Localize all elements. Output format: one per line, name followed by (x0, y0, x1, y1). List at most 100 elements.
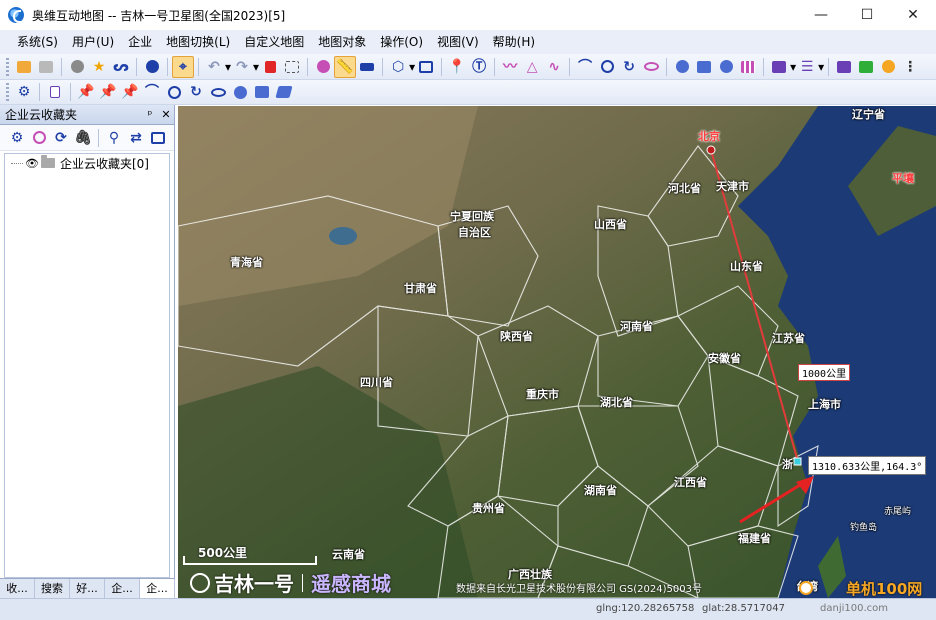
menu-map-objects[interactable]: 地图对象 (311, 30, 373, 54)
maximize-button[interactable]: ☐ (844, 0, 890, 30)
menu-user[interactable]: 用户(U) (65, 30, 121, 54)
filled-square-icon[interactable] (693, 56, 715, 78)
list-icon[interactable]: ☰ (796, 56, 818, 78)
filled-rect-icon[interactable] (251, 81, 273, 103)
polyline-icon[interactable]: 〰 (499, 56, 521, 78)
province-label: 陕西省 (500, 330, 533, 343)
province-label: 宁夏回族 (450, 210, 494, 223)
favorites-panel: 企业云收藏夹 ᵖ ✕ ⚙ ⟳ 🖇 ⚲ ⇄ 👁 企业云收藏夹[0] 收... 搜索… (0, 105, 175, 598)
menu-custom-map[interactable]: 自定义地图 (237, 30, 311, 54)
close-panel-button[interactable]: ✕ (158, 108, 174, 121)
province-label: 上海市 (808, 398, 841, 411)
province-label: 安徽省 (708, 352, 741, 365)
copy-icon[interactable] (147, 127, 169, 149)
measure-ruler-icon[interactable]: 📏 (334, 55, 357, 78)
favorites-tree: 👁 企业云收藏夹[0] (4, 153, 170, 578)
province-label: 江西省 (674, 476, 707, 489)
menu-system[interactable]: 系统(S) (10, 30, 65, 54)
pin-green-icon[interactable]: 📌 (119, 81, 141, 103)
arc-line-icon[interactable]: ⌒ (141, 81, 163, 103)
tree-item[interactable]: 👁 企业云收藏夹[0] (5, 154, 169, 172)
stripes-icon[interactable] (737, 56, 759, 78)
place-marker-icon[interactable] (312, 56, 334, 78)
filled-circle-icon[interactable] (671, 56, 693, 78)
route-icon[interactable]: ᔕ (110, 56, 132, 78)
table-icon[interactable] (833, 56, 855, 78)
attach-icon[interactable]: 🖇 (72, 127, 94, 149)
menu-help[interactable]: 帮助(H) (486, 30, 542, 54)
search-icon[interactable] (28, 127, 50, 149)
province-label: 湖北省 (600, 396, 633, 409)
province-label: 贵州省 (472, 502, 505, 515)
province-label: 山东省 (730, 260, 763, 273)
province-label: 江苏省 (772, 332, 805, 345)
tab-enterprise[interactable]: 企... (105, 579, 140, 598)
area-measure-icon[interactable] (356, 56, 378, 78)
close-button[interactable]: ✕ (890, 0, 936, 30)
polygon-tool-icon[interactable]: ⬡ (387, 56, 409, 78)
pin-yellow-icon[interactable]: 📌 (75, 81, 97, 103)
brand-watermark: 吉林一号 遥感商城 (190, 568, 391, 597)
circle-icon[interactable] (596, 56, 618, 78)
pin-blue-icon[interactable]: 📌 (97, 81, 119, 103)
save-icon[interactable] (35, 56, 57, 78)
triangle-icon[interactable]: △ (521, 56, 543, 78)
latitude-readout: glat:28.5717047 (702, 603, 785, 614)
province-label: 山西省 (594, 218, 627, 231)
menu-operation[interactable]: 操作(O) (373, 30, 430, 54)
favorite-star-icon[interactable]: ★ (88, 56, 110, 78)
minimize-button[interactable]: — (798, 0, 844, 30)
tab-search[interactable]: 搜索 (35, 579, 70, 598)
sync-icon[interactable]: ⇄ (125, 127, 147, 149)
toolbar-grip[interactable] (6, 83, 9, 101)
tab-enterprise-cloud[interactable]: 企... (140, 579, 175, 598)
settings-icon[interactable]: ⚙ (6, 127, 28, 149)
tab-friends[interactable]: 好... (70, 579, 105, 598)
ellipse-outline-icon[interactable] (207, 81, 229, 103)
video-icon[interactable] (415, 56, 437, 78)
ellipse-icon[interactable] (640, 56, 662, 78)
text-icon[interactable]: Ⓣ (468, 56, 490, 78)
undo-icon[interactable]: ↶ (203, 56, 225, 78)
trapezoid-icon[interactable] (273, 81, 295, 103)
partial-circle-icon[interactable]: ↻ (618, 56, 640, 78)
app-logo-icon (8, 7, 24, 23)
province-label: 自治区 (458, 226, 491, 239)
tab-favorites[interactable]: 收... (0, 579, 35, 598)
circle-outline-icon[interactable] (163, 81, 185, 103)
menu-view[interactable]: 视图(V) (430, 30, 486, 54)
document-icon[interactable] (44, 81, 66, 103)
user-icon[interactable] (66, 56, 88, 78)
redo-icon[interactable]: ↷ (231, 56, 253, 78)
pin-panel-button[interactable]: ᵖ (142, 108, 158, 121)
measure-marker-label: 1000公里 (798, 364, 851, 381)
open-icon[interactable] (13, 56, 35, 78)
layers-icon[interactable] (768, 56, 790, 78)
menu-enterprise[interactable]: 企业 (121, 30, 159, 54)
vip-diamond-icon[interactable] (877, 56, 899, 78)
select-box-icon[interactable] (281, 56, 303, 78)
measure-start-point (706, 145, 716, 155)
pin-icon[interactable]: 📍 (446, 56, 468, 78)
visibility-eye-icon[interactable]: 👁 (25, 157, 39, 170)
partial-ring-icon[interactable]: ↻ (185, 81, 207, 103)
filled-disc-icon[interactable] (229, 81, 251, 103)
refresh-icon[interactable]: ⟳ (50, 127, 72, 149)
settings-gear-icon[interactable]: ⚙ (13, 81, 35, 103)
province-label: 云南省 (332, 548, 365, 561)
arc-icon[interactable]: ⌒ (574, 56, 596, 78)
province-label: 重庆市 (526, 388, 559, 401)
delete-icon[interactable] (259, 56, 281, 78)
menu-map-switch[interactable]: 地图切换(L) (159, 30, 237, 54)
chat-icon[interactable] (855, 56, 877, 78)
more-icon[interactable]: ⋮ (899, 56, 921, 78)
province-label: 湖南省 (584, 484, 617, 497)
locate-icon[interactable]: ⚲ (103, 127, 125, 149)
pan-tool-icon[interactable]: ⌖ (172, 55, 194, 78)
curve-icon[interactable]: ∿ (543, 56, 565, 78)
rotate-icon[interactable] (715, 56, 737, 78)
map-view[interactable]: 北京 天津市 河北省 山东省 山西省 宁夏回族 自治区 青海省 甘肃省 陕西省 … (178, 106, 936, 598)
toolbar-grip[interactable] (6, 57, 9, 76)
3d-icon[interactable] (141, 56, 163, 78)
jilin-logo-icon (190, 572, 210, 593)
